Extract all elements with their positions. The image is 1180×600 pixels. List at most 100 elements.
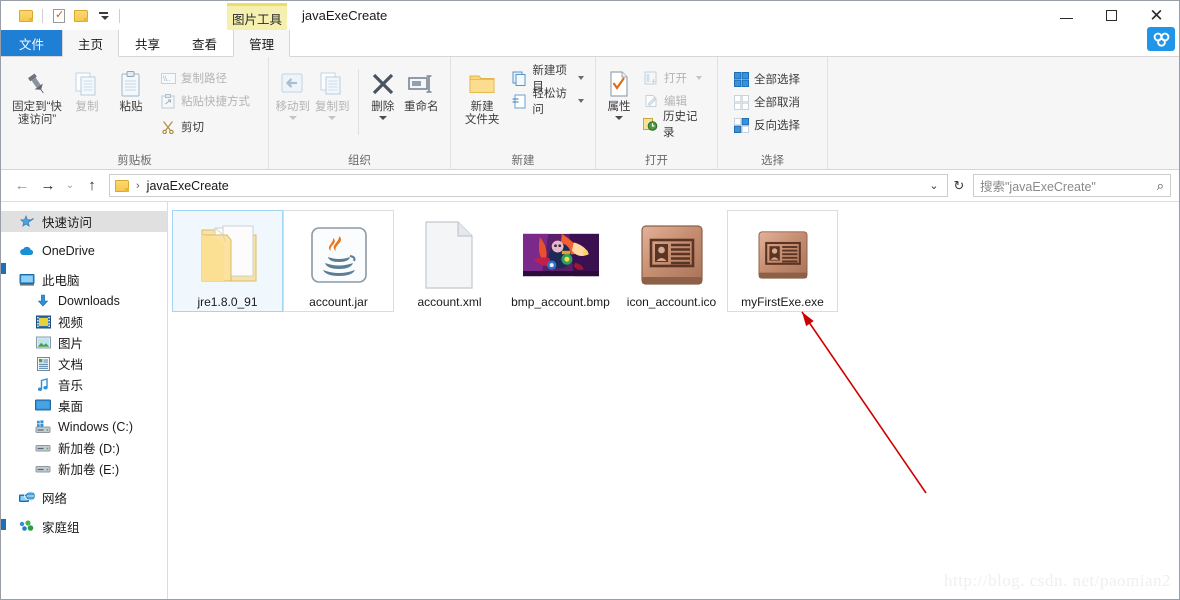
address-bar: ← → ⌄ ↑ › javaExeCreate ⌄ ↻ 搜索"javaExeCr… [1,170,1179,202]
file-item[interactable]: jre1.8.0_91 [172,210,283,312]
helper-extension-badge[interactable] [1147,27,1175,51]
pin-icon [23,67,51,101]
sidebar-item-onedrive[interactable]: OneDrive [1,240,167,261]
ribbon-group-clipboard: 固定到“快 速访问” 复制 粘贴 \\.. 复制路径 粘贴快捷方式 剪切 剪贴板 [1,57,269,170]
properties-button[interactable]: 属性 [602,63,636,120]
up-button[interactable]: ↑ [79,174,105,198]
ribbon-group-organize: 移动到 复制到 删除 重命名 组织 [269,57,451,170]
search-box[interactable]: 搜索"javaExeCreate" ⌕ [973,174,1171,197]
address-field[interactable]: › javaExeCreate ⌄ [109,174,948,197]
file-explorer-window: 图片工具 javaExeCreate ✕ 文件 主页 共享 查看 管理 [0,0,1180,600]
properties-icon [607,67,631,101]
move-to-button[interactable]: 移动到 [273,63,312,120]
select-none-button[interactable]: 全部取消 [730,92,803,112]
tab-manage[interactable]: 管理 [233,30,291,57]
move-to-label: 移动到 [275,101,310,113]
three-circles-icon [1153,32,1169,47]
ribbon-group-label-new: 新建 [511,155,535,167]
paste-button[interactable]: 粘贴 [109,63,153,114]
this-pc-icon [19,272,35,288]
ribbon-filler [828,57,1179,170]
ribbon-group-open: 属性 打开 编辑 历史记录 打开 [596,57,718,170]
sidebar-item-videos[interactable]: 视频 [1,311,167,332]
breadcrumb-item-javaexecreate[interactable]: javaExeCreate [147,179,229,193]
sidebar-item-homegroup[interactable]: 家庭组 [1,516,167,537]
music-icon [35,377,51,393]
address-dropdown-button[interactable]: ⌄ [923,179,945,192]
search-input[interactable]: 搜索"javaExeCreate" [980,176,1157,195]
delete-button[interactable]: 删除 [365,63,401,120]
tab-file[interactable]: 文件 [1,30,63,56]
chevron-down-icon: ⌄ [65,180,75,191]
qat-separator-2 [119,8,120,23]
file-item[interactable]: account.xml [394,210,505,312]
sidebar-label: 新加卷 (E:) [58,463,120,477]
ribbon-group-new: 新建 文件夹 新建项目 轻松访问 新建 [451,57,596,170]
file-list-pane[interactable]: jre1.8.0_91 account.jar account.xml bmp_… [168,202,1179,599]
sidebar-item-documents[interactable]: 文档 [1,353,167,374]
sidebar-label: 图片 [58,337,84,351]
edit-label: 编辑 [664,96,688,108]
sidebar-item-downloads[interactable]: Downloads [1,290,167,311]
file-item[interactable]: account.jar [283,210,394,312]
copy-to-button[interactable]: 复制到 [312,63,351,120]
ribbon-group-label-open: 打开 [645,155,668,167]
pictures-icon [35,335,51,351]
file-item[interactable]: icon_account.ico [616,210,727,312]
minimize-button[interactable] [1044,1,1089,30]
copy-path-button[interactable]: \\.. 复制路径 [157,68,253,88]
new-folder-button[interactable]: 新建 文件夹 [461,63,503,127]
copy-icon [74,67,100,101]
folder-icon [115,179,129,192]
easy-access-button[interactable]: 轻松访问 [509,88,587,116]
paste-shortcut-button[interactable]: 粘贴快捷方式 [157,91,253,111]
chevron-down-icon [615,116,623,120]
sidebar-label: Downloads [58,293,120,308]
qat-properties-button[interactable] [48,5,70,27]
sidebar-item-pictures[interactable]: 图片 [1,332,167,353]
documents-icon [35,356,51,372]
tab-home[interactable]: 主页 [62,30,120,57]
paste-shortcut-icon [160,93,176,109]
pin-to-quick-access-button[interactable]: 固定到“快 速访问” [9,63,65,127]
copy-to-icon [318,67,346,101]
copy-button[interactable]: 复制 [65,63,109,114]
sidebar-item-volume-e[interactable]: 新加卷 (E:) [1,458,167,479]
qat-folder-button[interactable] [15,5,37,27]
refresh-button[interactable]: ↻ [948,178,970,194]
maximize-button[interactable] [1089,1,1134,30]
tab-share[interactable]: 共享 [119,30,177,56]
sidebar-item-this-pc[interactable]: 此电脑 [1,269,167,290]
close-button[interactable]: ✕ [1134,1,1179,30]
file-item[interactable]: myFirstExe.exe [727,210,838,312]
chevron-down-icon [696,76,703,80]
refresh-icon: ↻ [953,177,965,193]
forward-button[interactable]: → [35,174,61,198]
properties-icon [53,8,65,23]
sidebar-item-music[interactable]: 音乐 [1,374,167,395]
qat-new-folder-button[interactable] [70,5,92,27]
sidebar-item-network[interactable]: 网络 [1,487,167,508]
invert-selection-button[interactable]: 反向选择 [730,115,803,135]
rename-button[interactable]: 重命名 [401,63,442,114]
cut-button[interactable]: 剪切 [157,117,253,137]
file-name: myFirstExe.exe [741,295,824,309]
edge-marker [1,263,6,274]
file-name: jre1.8.0_91 [197,295,258,309]
sidebar-item-quick-access[interactable]: 快速访问 [1,211,167,232]
sidebar-item-volume-d[interactable]: 新加卷 (D:) [1,437,167,458]
file-item[interactable]: bmp_account.bmp [505,210,616,312]
open-icon [643,70,659,86]
qat-customize-button[interactable] [92,5,114,27]
sidebar-item-windows-c[interactable]: Windows (C:) [1,416,167,437]
breadcrumb[interactable]: › javaExeCreate [115,179,229,193]
recent-locations-button[interactable]: ⌄ [61,174,79,198]
sidebar-label: 网络 [42,492,68,506]
select-all-button[interactable]: 全部选择 [730,69,803,89]
sidebar-item-desktop[interactable]: 桌面 [1,395,167,416]
open-button[interactable]: 打开 [640,68,709,88]
tab-view[interactable]: 查看 [176,30,234,56]
new-folder-icon [74,9,88,22]
history-button[interactable]: 历史记录 [640,111,709,139]
back-button[interactable]: ← [9,174,35,198]
